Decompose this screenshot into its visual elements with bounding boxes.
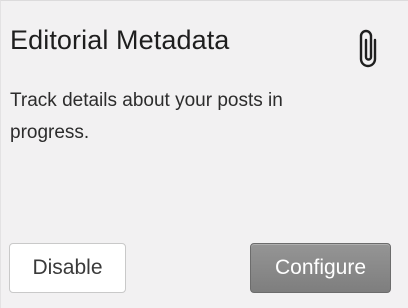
module-title: Editorial Metadata bbox=[10, 25, 230, 55]
disable-button[interactable]: Disable bbox=[9, 243, 126, 293]
configure-button[interactable]: Configure bbox=[250, 243, 391, 293]
module-card: Editorial Metadata Track details about y… bbox=[0, 0, 408, 308]
module-description: Track details about your posts in progre… bbox=[10, 90, 283, 143]
paperclip-icon bbox=[359, 29, 377, 68]
